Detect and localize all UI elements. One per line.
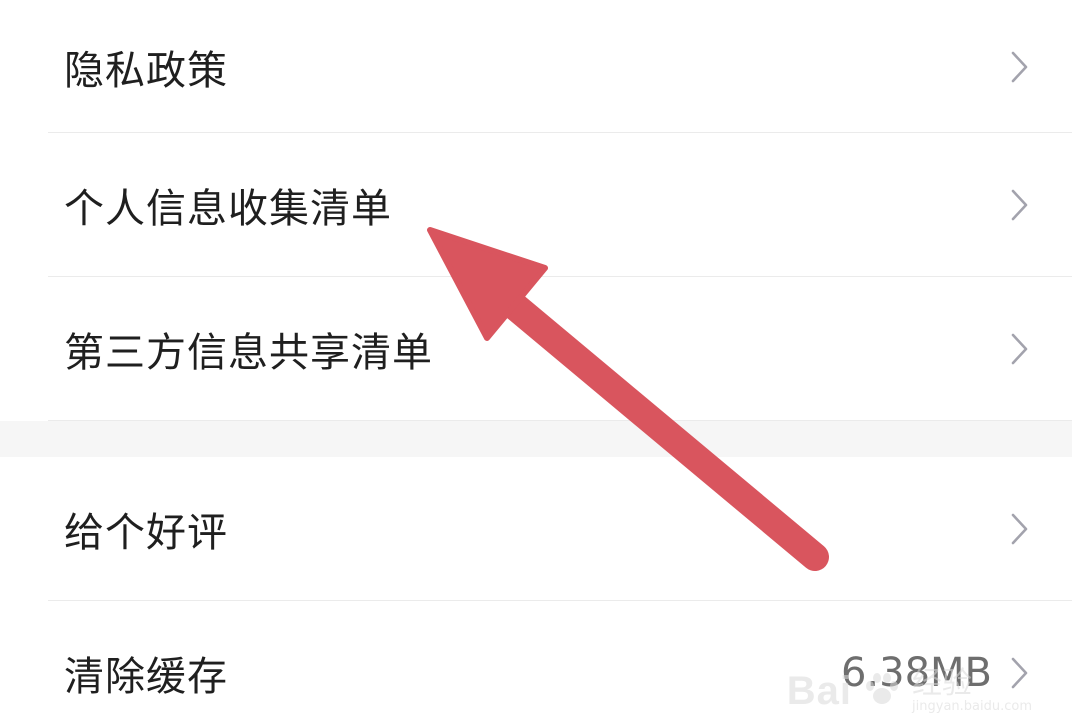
chevron-right-icon xyxy=(1010,332,1030,366)
chevron-right-icon xyxy=(1010,188,1030,222)
group-separator xyxy=(0,421,1072,457)
privacy-policy-row[interactable]: 隐私政策 xyxy=(48,0,1072,133)
cache-size-value: 6.38MB xyxy=(840,650,992,696)
settings-group-privacy: 隐私政策 个人信息收集清单 第三方信息共享清单 xyxy=(0,0,1072,421)
chevron-right-icon xyxy=(1010,50,1030,84)
rate-app-row[interactable]: 给个好评 xyxy=(48,457,1072,601)
personal-info-list-row[interactable]: 个人信息收集清单 xyxy=(48,133,1072,277)
clear-cache-label: 清除缓存 xyxy=(64,654,228,700)
chevron-right-icon xyxy=(1010,656,1030,690)
rate-app-label: 给个好评 xyxy=(64,510,228,556)
third-party-share-row[interactable]: 第三方信息共享清单 xyxy=(48,277,1072,421)
chevron-right-icon xyxy=(1010,512,1030,546)
personal-info-list-label: 个人信息收集清单 xyxy=(64,186,392,232)
settings-screen: 隐私政策 个人信息收集清单 第三方信息共享清单 给个好评 清除缓存 6.38MB… xyxy=(0,0,1072,728)
clear-cache-row[interactable]: 清除缓存 6.38MB xyxy=(48,601,1072,728)
privacy-policy-label: 隐私政策 xyxy=(64,47,228,94)
settings-group-misc: 给个好评 清除缓存 6.38MB xyxy=(0,457,1072,728)
third-party-share-label: 第三方信息共享清单 xyxy=(64,330,433,376)
